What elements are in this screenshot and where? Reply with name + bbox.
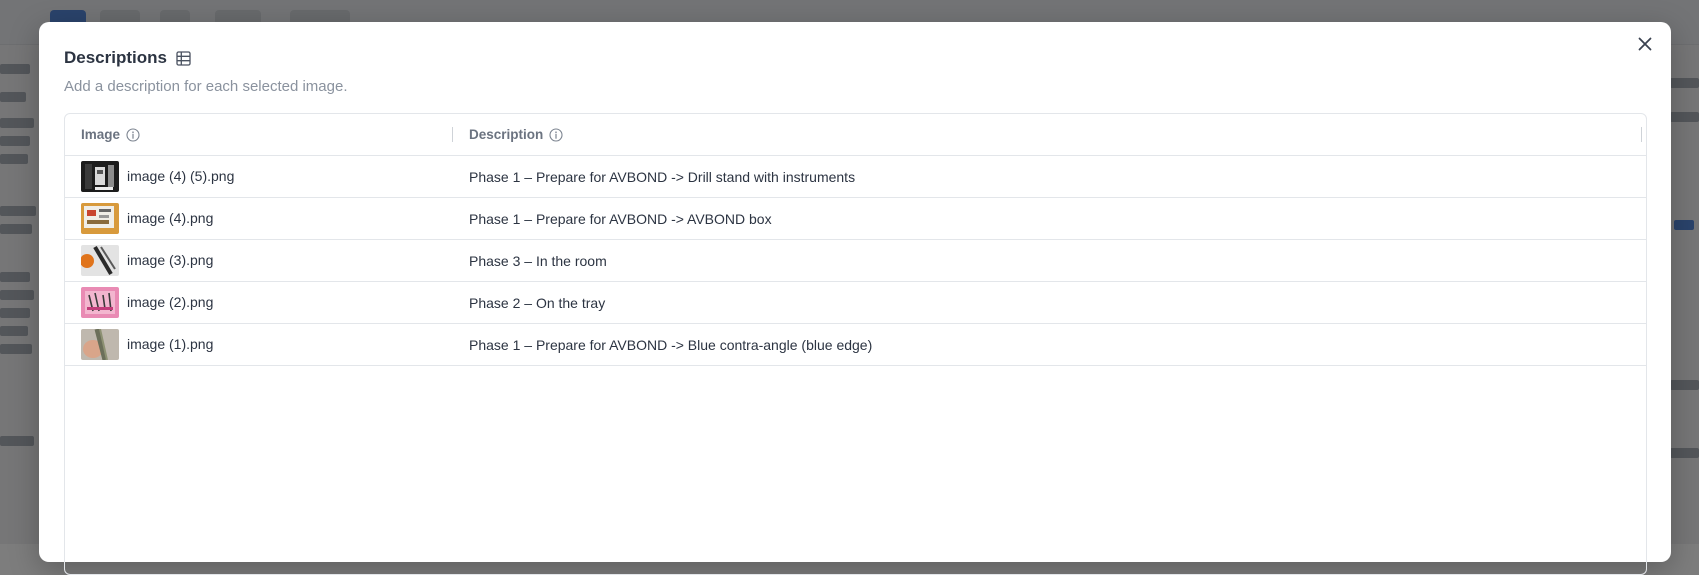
column-header-image[interactable]: Image	[81, 114, 140, 155]
dialog-header: Descriptions	[64, 48, 191, 68]
image-filename: image (3).png	[127, 252, 214, 268]
descriptions-dialog: Descriptions Add a description for each …	[39, 22, 1671, 575]
column-header-label: Description	[469, 127, 544, 142]
table-header: Image Description	[65, 114, 1646, 156]
image-thumbnail[interactable]	[81, 203, 119, 234]
image-filename: image (4).png	[127, 210, 214, 226]
image-description[interactable]: Phase 1 – Prepare for AVBOND -> Drill st…	[469, 156, 855, 197]
close-icon	[1638, 37, 1652, 56]
image-thumbnail[interactable]	[81, 287, 119, 318]
column-resize-handle[interactable]	[1641, 127, 1642, 142]
table-row[interactable]: image (4).png Phase 1 – Prepare for AVBO…	[65, 198, 1646, 240]
image-filename: image (4) (5).png	[127, 168, 235, 184]
close-button[interactable]	[1633, 34, 1657, 58]
column-resize-handle[interactable]	[452, 127, 453, 142]
table-row[interactable]: image (4) (5).png Phase 1 – Prepare for …	[65, 156, 1646, 198]
column-header-description[interactable]: Description	[469, 114, 563, 155]
table-row[interactable]: image (3).png Phase 3 – In the room	[65, 240, 1646, 282]
image-thumbnail[interactable]	[81, 329, 119, 360]
info-circle-icon[interactable]	[126, 127, 140, 142]
image-description[interactable]: Phase 3 – In the room	[469, 240, 607, 281]
info-circle-icon[interactable]	[549, 127, 563, 142]
dialog-title: Descriptions	[64, 48, 167, 67]
table-row[interactable]: image (1).png Phase 1 – Prepare for AVBO…	[65, 324, 1646, 366]
dialog-subtitle: Add a description for each selected imag…	[64, 78, 348, 95]
image-filename: image (1).png	[127, 336, 214, 352]
image-description[interactable]: Phase 1 – Prepare for AVBOND -> AVBOND b…	[469, 198, 772, 239]
image-thumbnail[interactable]	[81, 245, 119, 276]
image-thumbnail[interactable]	[81, 161, 119, 192]
table-grid-icon	[176, 50, 191, 66]
column-header-label: Image	[81, 127, 121, 142]
image-description[interactable]: Phase 2 – On the tray	[469, 282, 605, 323]
table-row[interactable]: image (2).png Phase 2 – On the tray	[65, 282, 1646, 324]
image-filename: image (2).png	[127, 294, 214, 310]
descriptions-table: Image Description image (4) (5).png Phas…	[64, 113, 1647, 575]
image-description[interactable]: Phase 1 – Prepare for AVBOND -> Blue con…	[469, 324, 872, 365]
